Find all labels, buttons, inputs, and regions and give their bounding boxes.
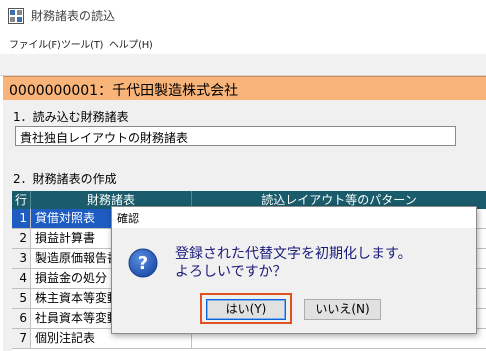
company-header: 0000000001：千代田製造株式会社 [3, 76, 486, 101]
row-number: 3 [12, 249, 31, 269]
toolbar [0, 54, 486, 76]
dialog-message: 登録された代替文字を初期化します。 よろしいですか？ [175, 245, 412, 281]
statement-source-value: 貴社独自レイアウトの財務諸表 [20, 131, 189, 145]
section2-label: 2．財務諸表の作成 [13, 172, 117, 186]
company-name: 0000000001：千代田製造株式会社 [9, 83, 239, 99]
svg-text:?: ? [138, 253, 148, 274]
menu-file[interactable]: ファイル(F) [9, 36, 61, 51]
app-icon [8, 8, 24, 24]
menu-help[interactable]: ヘルプ(H) [109, 36, 153, 51]
yes-button[interactable]: はい(Y) [206, 299, 286, 320]
row-number: 5 [12, 289, 31, 309]
section1-label: 1．読み込む財務諸表 [13, 110, 129, 124]
dialog-titlebar: 確認 [112, 207, 476, 228]
row-number: 4 [12, 269, 31, 289]
menu-bar: ファイル(F) ツール(T) ヘルプ(H) [0, 32, 486, 54]
no-button[interactable]: いいえ(N) [304, 299, 381, 320]
yes-button-highlight: はい(Y) [200, 293, 292, 324]
col-header-row: 行 [12, 191, 31, 209]
dialog-title: 確認 [117, 212, 139, 225]
row-number: 6 [12, 309, 31, 329]
window-title: 財務諸表の読込 [31, 9, 116, 23]
confirm-dialog: 確認 ? 登録された代替文字を初期化します。 よろしいですか？ はい(Y) いい… [111, 206, 477, 334]
row-number: 7 [12, 329, 31, 349]
dialog-message-line2: よろしいですか？ [175, 264, 287, 280]
statement-source-field[interactable]: 貴社独自レイアウトの財務諸表 [15, 126, 456, 146]
row-number: 1 [12, 209, 31, 229]
window-titlebar: 財務諸表の読込 [0, 0, 486, 32]
dialog-message-line1: 登録された代替文字を初期化します。 [175, 246, 412, 262]
row-number: 2 [12, 229, 31, 249]
menu-tools[interactable]: ツール(T) [61, 36, 103, 51]
question-icon: ? [128, 248, 158, 278]
